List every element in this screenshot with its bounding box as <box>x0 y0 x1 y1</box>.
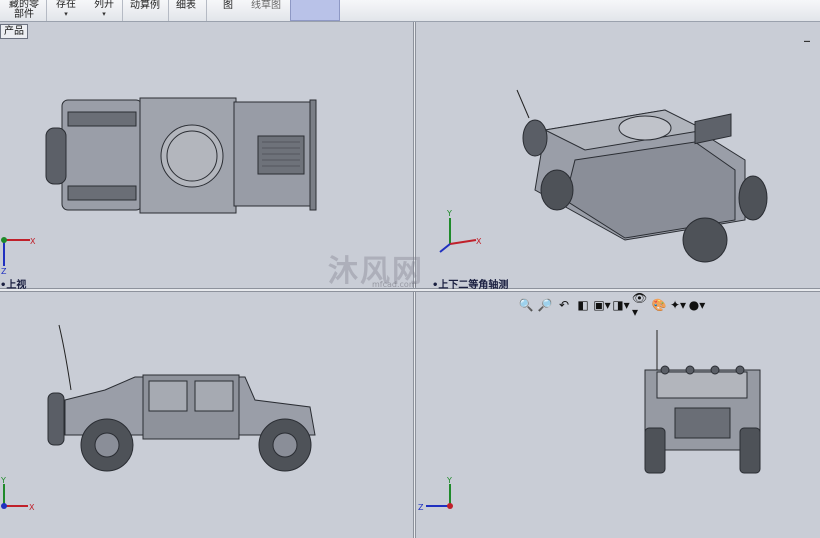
caret-down-icon: ▾ <box>64 10 68 18</box>
drawing-button[interactable]: 图 <box>220 0 236 22</box>
axis-triad-top-right: Y X <box>439 209 482 253</box>
bill-of-materials-button[interactable]: 细表 <box>174 0 198 22</box>
y-axis-label: Y <box>0 476 6 485</box>
edit-appearance-icon[interactable]: 🎨 <box>651 297 667 313</box>
z-axis-label: Z <box>418 503 424 512</box>
ribbon-separator <box>206 0 207 21</box>
viewport-label-isometric: •上下二等角轴测 <box>432 280 509 291</box>
x-axis-label: X <box>30 237 36 246</box>
axis-triad-bottom-right: Y Z <box>418 476 453 512</box>
y-axis-label: Y <box>446 476 452 485</box>
ribbon-separator <box>46 0 47 21</box>
line-sketch-button[interactable]: 线草图 <box>248 0 284 22</box>
x-axis-label: X <box>29 503 35 512</box>
z-axis-label: Z <box>1 267 7 276</box>
zoom-area-icon[interactable]: 🔎 <box>537 297 553 313</box>
apply-scene-icon[interactable]: ✦▾ <box>670 297 686 313</box>
view-orientation-icon[interactable]: ▣▾ <box>593 297 610 313</box>
isometric-view-model <box>516 89 768 263</box>
hide-show-icon[interactable]: 👁▾ <box>632 291 648 319</box>
ribbon-separator <box>122 0 123 21</box>
axis-triad-top-left: X Z <box>1 237 36 276</box>
feature-tree-tab[interactable]: 产品 <box>0 24 28 39</box>
hidden-components-button[interactable]: 藏的零 部件 <box>6 0 42 21</box>
top-view-model <box>45 97 317 214</box>
x-axis-label: X <box>476 237 482 246</box>
display-style-icon[interactable]: ◨▾ <box>612 297 629 313</box>
zoom-to-fit-icon[interactable]: 🔍 <box>518 297 534 313</box>
previous-view-icon[interactable]: ↶ <box>556 297 572 313</box>
section-view-icon[interactable]: ◧ <box>575 297 591 313</box>
view-settings-icon[interactable]: ●▾ <box>689 297 706 313</box>
viewport-label-top: •上视 <box>0 280 27 291</box>
exists-dropdown-button[interactable]: 存在 ▾ <box>52 0 80 21</box>
highlighted-tool-button[interactable] <box>290 0 340 21</box>
ribbon-separator <box>168 0 169 21</box>
motion-study-button[interactable]: 动算例 <box>128 0 162 22</box>
column-dropdown-button[interactable]: 列开 ▾ <box>90 0 118 21</box>
front-view-model <box>644 330 761 474</box>
minimize-button[interactable]: _ <box>804 28 810 42</box>
y-axis-label: Y <box>446 209 452 218</box>
axis-triad-bottom-left: Y X <box>0 476 35 512</box>
command-ribbon: 藏的零 部件 存在 ▾ 列开 ▾ 动算例 细表 图 线草图 <box>0 0 820 22</box>
caret-down-icon: ▾ <box>102 10 106 18</box>
heads-up-view-toolbar: 🔍 🔎 ↶ ◧ ▣▾ ◨▾ 👁▾ 🎨 ✦▾ ●▾ <box>518 291 706 319</box>
watermark-site: mfcad.com <box>372 280 417 289</box>
side-view-model <box>47 324 316 472</box>
